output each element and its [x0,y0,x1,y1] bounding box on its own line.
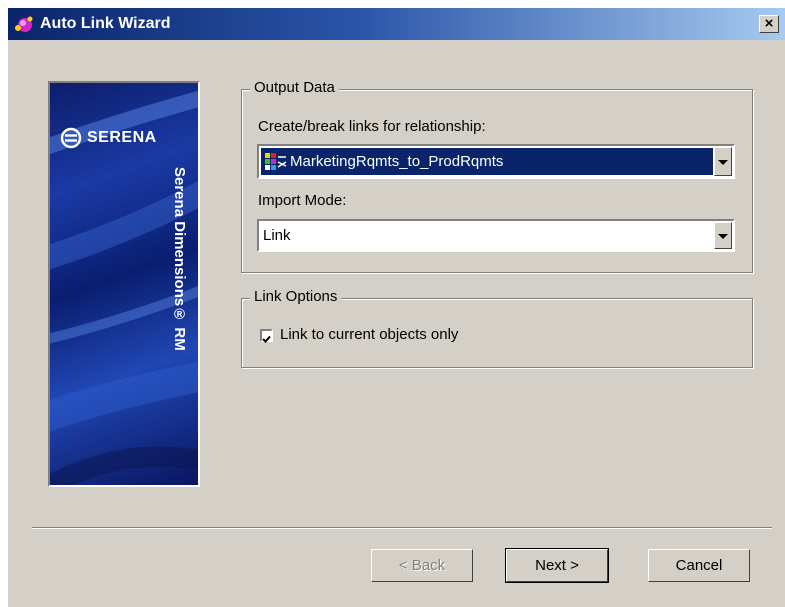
close-button[interactable]: × [759,15,779,33]
auto-link-wizard-dialog: Auto Link Wizard × SERENA Serena Dimensi… [8,8,785,607]
relationship-label: Create/break links for relationship: [258,118,486,135]
import-mode-value: Link [263,227,291,244]
dropdown-arrow-icon [718,153,728,171]
checkmark-icon [262,331,271,349]
wizard-banner: SERENA Serena Dimensions® RM [48,81,200,487]
serena-logo-icon [60,127,82,149]
back-button[interactable]: < Back [371,549,473,582]
logo-text: SERENA [87,129,157,146]
wizard-icon [14,14,34,34]
relationship-dropdown-button[interactable] [714,147,732,176]
title-bar: Auto Link Wizard × [8,8,785,40]
import-mode-label: Import Mode: [258,192,347,209]
cancel-button[interactable]: Cancel [648,549,750,582]
link-options-legend: Link Options [250,288,342,305]
footer-separator [32,527,772,529]
relationship-select[interactable]: MarketingRqmts_to_ProdRqmts [257,144,735,179]
next-button[interactable]: Next > [505,548,609,583]
import-mode-select[interactable]: Link [257,219,735,252]
output-data-legend: Output Data [250,79,339,96]
window-title: Auto Link Wizard [40,15,171,32]
import-mode-dropdown-button[interactable] [714,222,732,249]
product-name: Serena Dimensions® RM [171,167,188,351]
current-objects-label[interactable]: Link to current objects only [280,326,458,343]
current-objects-checkbox[interactable] [260,329,273,343]
dropdown-arrow-icon [718,227,728,245]
serena-logo: SERENA [60,127,157,149]
relationship-icon [265,153,287,176]
relationship-value: MarketingRqmts_to_ProdRqmts [290,153,504,170]
